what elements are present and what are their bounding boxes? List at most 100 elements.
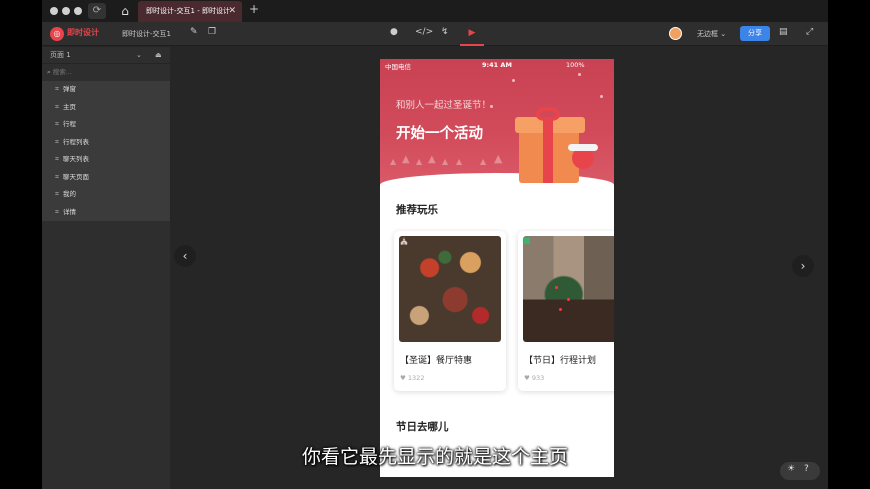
battery-label: 100% [566,61,585,69]
sidebar: 页面 1 ⌄ ⏏ ⌕ 搜索... ⌗ 弹窗 ⌗ 主页 ⌗ 行程 ⌗ 行程列表 ⌗ 聊天列表… [42,47,170,489]
card-likes: ♥ 933 [524,374,544,382]
frame-icon: ⌗ [55,190,59,198]
edit-icon[interactable]: ✎ [190,27,198,37]
tree-icon: ▲ [480,157,487,166]
page-name: 页面 1 [50,51,71,59]
page-selector[interactable]: 页面 1 ⌄ ⏏ [42,47,170,64]
sidebar-item-chat-list[interactable]: ⌗ 聊天列表 [42,151,170,169]
device-select[interactable]: 无边框 ⌄ [697,29,726,39]
section-title-holiday: 节日去哪儿 [396,421,449,433]
tree-icon: ▲ [442,157,449,166]
frame-icon: ⌗ [55,155,59,163]
sidebar-item-label: 详情 [62,207,76,216]
phone-preview: ▲ ▲ ▲ ▲ ▲ ▲ ▲ ▲ 中国电信 9:41 AM 100% 和别人一起过… [380,59,614,477]
help-controls: ☀ ? [780,462,820,480]
help-icon[interactable]: ? [804,464,809,474]
ornament [555,286,558,289]
close-window-button[interactable] [50,7,58,15]
collapse-icon[interactable]: ⏏ [155,47,162,64]
prev-page-button[interactable]: ‹ [174,245,196,267]
frame-icon: ⌗ [55,137,59,146]
card-image [523,236,614,342]
next-page-button[interactable]: › [792,255,814,277]
heart-icon: ♥ [524,374,530,382]
search-icon: ⌕ [47,68,51,76]
subtitle-text: 你看它最先显示的就是这个主页 [301,446,568,468]
ornament [567,298,570,301]
restaurant-icon: ⛪ [399,236,409,245]
duplicate-icon[interactable]: ❐ [208,27,216,37]
heart-icon: ♥ [400,374,406,382]
chevron-down-icon[interactable]: ⌄ [136,47,142,64]
sidebar-item-trip[interactable]: ⌗ 行程 [42,116,170,134]
tree-icon: ▲ [456,157,463,166]
sidebar-item-label: 聊天页面 [62,172,89,181]
frame-icon: ⌗ [55,102,59,111]
title-bar: ⟳ ⌂ 即时设计-交互1 - 即时设计 ✕ + [42,0,828,22]
hero-title[interactable]: 开始一个活动 [396,122,483,143]
refresh-icon[interactable]: ⟳ [88,3,106,19]
search-input[interactable]: ⌕ 搜索... [42,64,170,81]
interaction-icon[interactable]: ↯ [441,27,449,37]
frame-icon: ⌗ [55,207,59,216]
status-time: 9:41 AM [482,61,512,69]
card-image [399,236,501,342]
sidebar-item-popup[interactable]: ⌗ 弹窗 [42,81,170,99]
share-button[interactable]: 分享 [740,26,770,41]
tree-icon: ▲ [416,157,423,166]
sidebar-item-label: 我的 [62,190,76,198]
like-count: 1322 [407,374,425,382]
sidebar-item-detail[interactable]: ⌗ 详情 [42,204,170,222]
brand-name: 即时设计 [67,28,99,37]
sidebar-item-trip-list[interactable]: ⌗ 行程列表 [42,134,170,152]
sidebar-item-mine[interactable]: ⌗ 我的 [42,186,170,204]
sidebar-item-label: 主页 [62,102,76,111]
maximize-window-button[interactable] [74,7,82,15]
santa-hat-brim [568,144,598,151]
frame-list: ⌗ 弹窗 ⌗ 主页 ⌗ 行程 ⌗ 行程列表 ⌗ 聊天列表 ⌗ 聊天页面 ⌗ 我的 ⌗ 详情 [42,81,170,221]
tree-icon: ▲ [402,154,410,165]
tram-icon: ■ [523,236,531,245]
minimize-window-button[interactable] [62,7,70,15]
sidebar-item-chat-page[interactable]: ⌗ 聊天页面 [42,169,170,187]
section-title-recommend: 推荐玩乐 [396,204,438,216]
card-restaurant[interactable]: ⛪ 【圣诞】餐厅特惠 ♥ 1322 [394,231,506,391]
gift-bow [536,107,560,121]
toolbar: ◎ 即时设计 即时设计-交互1 ✎ ❐ ● </> ↯ ▶ 无边框 ⌄ 分享 ▤… [42,22,828,46]
card-likes: ♥ 1322 [400,374,424,382]
like-count: 933 [531,374,545,382]
tab-close-icon[interactable]: ✕ [228,1,236,22]
gift-ribbon [543,117,553,183]
tree-icon: ▲ [494,152,503,165]
card-trip-plan[interactable]: ■ 【节日】行程计划 ♥ 933 [518,231,614,391]
app-window: ⟳ ⌂ 即时设计-交互1 - 即时设计 ✕ + ◎ 即时设计 即时设计-交互1 … [42,0,828,489]
search-placeholder: 搜索... [52,68,72,76]
home-icon[interactable]: ⌂ [116,3,134,19]
layout-icon[interactable]: ▤ [779,27,788,37]
snow-dot [578,73,581,76]
bulb-icon[interactable]: ☀ [787,464,795,474]
project-name[interactable]: 即时设计-交互1 [122,29,171,39]
frame-icon: ⌗ [55,85,59,93]
avatar[interactable] [669,27,682,40]
subtitle-overlay: 你看它最先显示的就是这个主页 [42,438,828,478]
tree-icon: ▲ [428,154,436,165]
new-tab-button[interactable]: + [249,2,259,16]
tree-icon: ▲ [390,157,397,166]
fullscreen-icon[interactable]: ⤢ [806,27,813,37]
comment-icon[interactable]: ● [390,27,398,37]
sidebar-item-home[interactable]: ⌗ 主页 [42,99,170,117]
sidebar-item-label: 行程 [62,120,76,128]
hero-subtitle: 和别人一起过圣诞节！ [396,100,492,111]
browser-tab[interactable]: 即时设计-交互1 - 即时设计 ✕ [138,1,242,22]
sidebar-item-label: 弹窗 [62,85,76,93]
carrier-label: 中国电信 [385,63,411,71]
status-bar: 中国电信 9:41 AM 100% [380,59,614,72]
sidebar-item-label: 行程列表 [62,137,89,146]
code-icon[interactable]: </> [415,27,433,37]
sidebar-item-label: 聊天列表 [62,155,89,163]
frame-icon: ⌗ [55,172,59,181]
card-title: 【节日】行程计划 [524,356,597,366]
preview-play-icon[interactable]: ▶ [460,22,484,46]
card-title: 【圣诞】餐厅特惠 [400,356,473,366]
